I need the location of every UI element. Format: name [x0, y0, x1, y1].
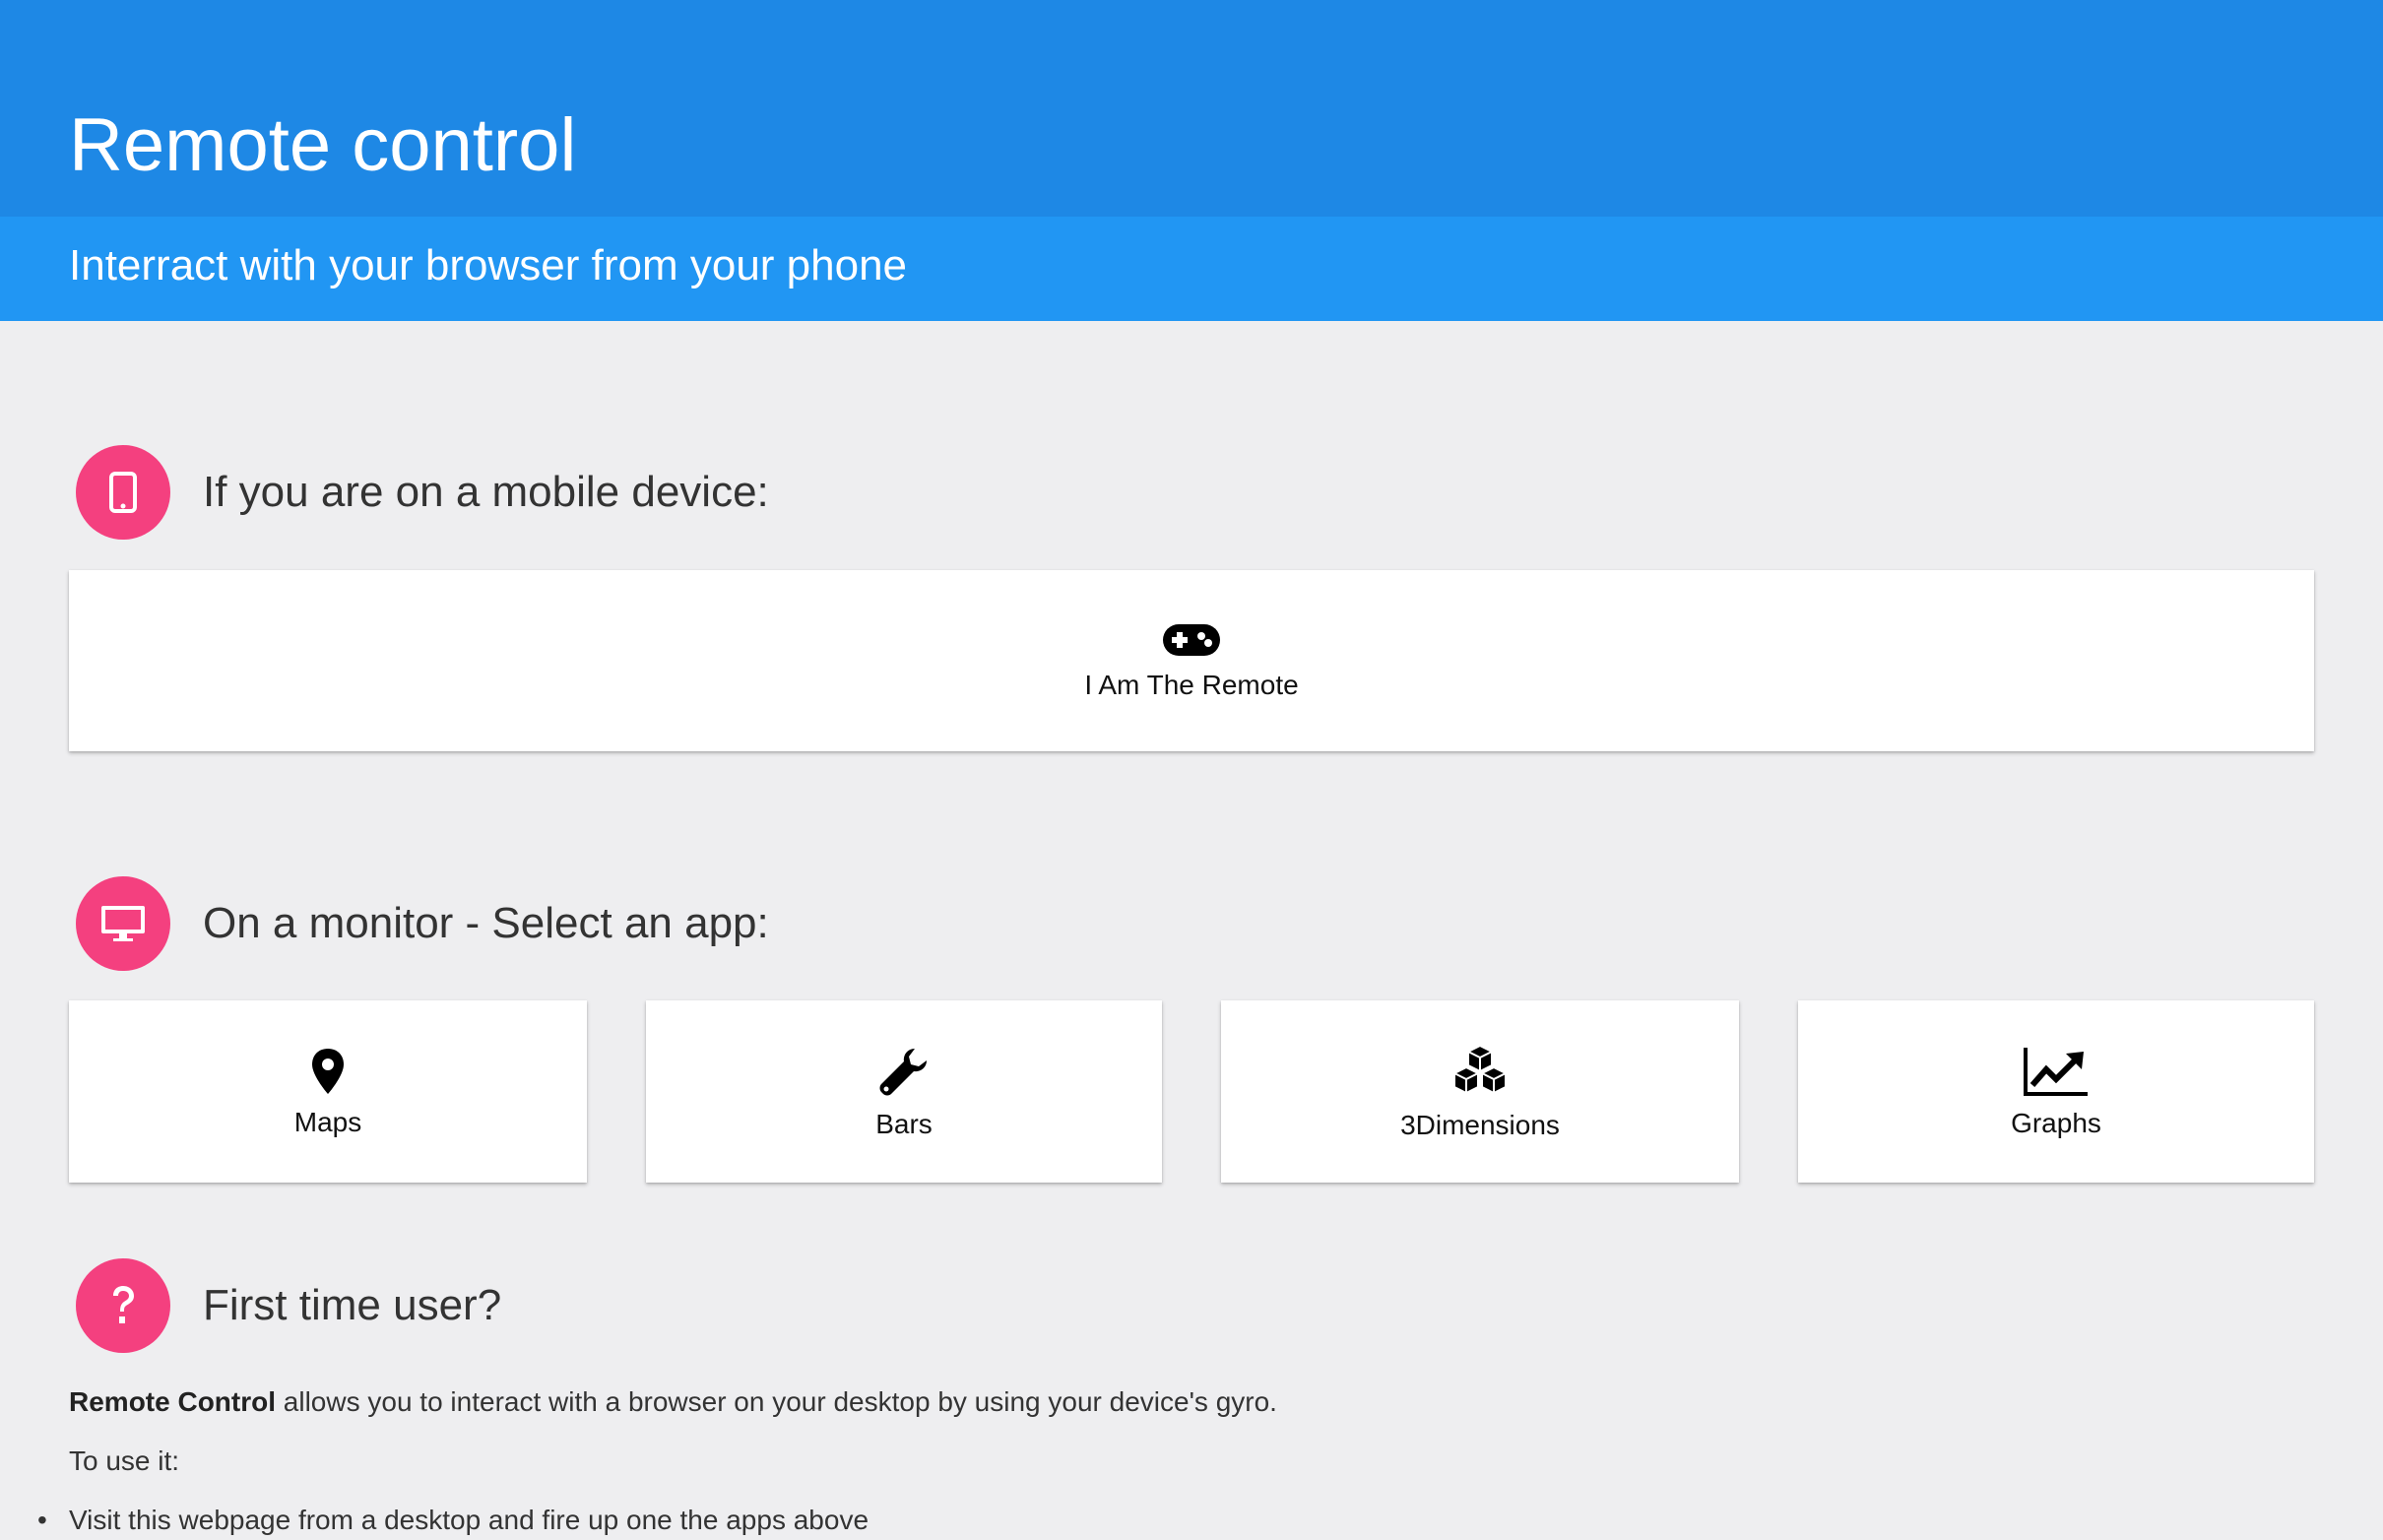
intro-description: allows you to interact with a browser on…	[276, 1386, 1277, 1417]
step-text: Visit this webpage from a desktop and fi…	[69, 1505, 869, 1535]
app-header: Remote control	[0, 0, 2383, 217]
page-title: Remote control	[69, 103, 577, 187]
first-time-section-title: First time user?	[203, 1281, 502, 1329]
line-chart-icon	[2023, 1046, 2090, 1102]
wrench-icon	[877, 1045, 931, 1103]
question-icon	[76, 1258, 170, 1353]
map-pin-icon	[310, 1047, 346, 1101]
app-label-graphs: Graphs	[2011, 1108, 2101, 1138]
gamepad-icon	[1162, 623, 1221, 662]
cubes-icon	[1447, 1044, 1514, 1104]
monitor-icon	[76, 876, 170, 971]
app-card-3dimensions[interactable]: 3Dimensions	[1221, 1000, 1739, 1183]
page-subtitle: Interract with your browser from your ph…	[69, 241, 908, 289]
mobile-phone-icon	[76, 445, 170, 540]
app-card-bars[interactable]: Bars	[646, 1000, 1162, 1183]
intro-paragraph: Remote Control allows you to interact wi…	[69, 1388, 1277, 1416]
i-am-the-remote-button[interactable]: I Am The Remote	[69, 570, 2314, 751]
mobile-section-header: If you are on a mobile device:	[76, 445, 769, 540]
first-time-section-header: First time user?	[76, 1258, 501, 1353]
remote-button-label: I Am The Remote	[1084, 669, 1299, 700]
to-use-label: To use it:	[69, 1445, 180, 1476]
app-label-maps: Maps	[293, 1107, 362, 1137]
app-card-maps[interactable]: Maps	[69, 1000, 587, 1183]
app-label-3dimensions: 3Dimensions	[1400, 1110, 1560, 1140]
intro-app-name: Remote Control	[69, 1386, 276, 1417]
app-card-graphs[interactable]: Graphs	[1798, 1000, 2314, 1183]
mobile-section-title: If you are on a mobile device:	[203, 468, 769, 516]
app-label-bars: Bars	[875, 1109, 933, 1139]
list-item: • Visit this webpage from a desktop and f…	[37, 1507, 869, 1534]
monitor-section-title: On a monitor - Select an app:	[203, 899, 769, 947]
header-subtitle-bar: Interract with your browser from your ph…	[0, 217, 2383, 321]
monitor-section-header: On a monitor - Select an app:	[76, 876, 769, 971]
bullet-dot: •	[37, 1505, 47, 1535]
